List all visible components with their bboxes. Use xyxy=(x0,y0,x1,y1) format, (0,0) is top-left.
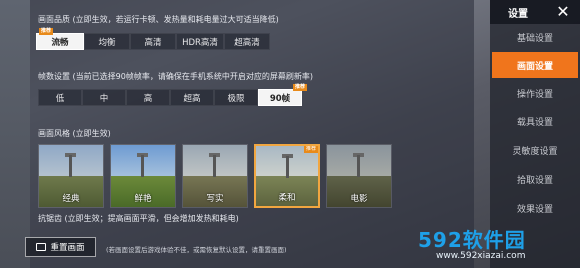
framerate-option-ultra[interactable]: 超高 xyxy=(170,89,214,106)
style-options: 经典 鲜艳 写实 推荐 柔和 电影 xyxy=(38,144,392,208)
quality-option-smooth[interactable]: 推荐 流畅 xyxy=(36,28,84,50)
reset-display-button[interactable]: 重置画面 xyxy=(25,237,96,257)
screen-icon xyxy=(36,243,47,251)
sidebar-item-pickup[interactable]: 拾取设置 xyxy=(492,166,578,192)
sidebar-title: 设置 xyxy=(508,8,528,20)
tower-icon xyxy=(141,155,144,177)
tower-icon xyxy=(213,155,216,177)
style-option-soft[interactable]: 推荐 柔和 xyxy=(254,144,320,208)
quality-option-balanced[interactable]: 均衡 xyxy=(84,33,130,50)
option-label: 均衡 xyxy=(98,37,116,48)
quality-option-hdr[interactable]: HDR高清 xyxy=(176,33,224,50)
thumb-label: 柔和 xyxy=(278,193,296,203)
thumb-label: 电影 xyxy=(350,194,368,204)
antialias-label: 抗锯齿 (立即生效；提高画面平滑，但会增加发热和耗电) xyxy=(38,214,239,223)
framerate-options: 低 中 高 超高 极限 推荐 90帧 xyxy=(38,84,307,106)
sidebar-item-sensitivity[interactable]: 灵敏度设置 xyxy=(492,137,578,163)
style-option-cinema[interactable]: 电影 xyxy=(326,144,392,208)
tower-icon xyxy=(69,155,72,177)
tower-icon xyxy=(357,155,360,177)
option-label: 高 xyxy=(143,93,153,104)
background-strip xyxy=(0,0,30,268)
watermark-logo: 592软件园 xyxy=(418,228,526,252)
sidebar-item-vehicle[interactable]: 载具设置 xyxy=(492,108,578,134)
recommended-badge: 推荐 xyxy=(292,84,307,91)
watermark-url: www.592xiazai.com xyxy=(436,251,526,261)
quality-label: 画面品质 (立即生效，若运行卡顿、发热量和耗电量过大可适当降低) xyxy=(38,15,279,24)
reset-note: (若画面设置后游戏体验不佳，或需恢复默认设置，请重置画面) xyxy=(106,246,287,254)
option-label: 高清 xyxy=(144,37,162,48)
framerate-label: 帧数设置 (当前已选择90帧帧率，请确保在手机系统中开启对应的屏幕刷新率) xyxy=(38,72,313,81)
option-label: 流畅 xyxy=(51,37,69,48)
quality-options: 推荐 流畅 均衡 高清 HDR高清 超高清 xyxy=(36,28,270,50)
framerate-option-extreme[interactable]: 极限 xyxy=(214,89,258,106)
style-option-vivid[interactable]: 鲜艳 xyxy=(110,144,176,208)
sidebar-item-graphics[interactable]: 画面设置 xyxy=(492,52,578,78)
reset-display-label: 重置画面 xyxy=(50,243,85,253)
thumb-label: 写实 xyxy=(206,194,224,204)
option-label: 中 xyxy=(99,93,109,104)
style-label: 画面风格 (立即生效) xyxy=(38,129,111,138)
sidebar-item-effects[interactable]: 效果设置 xyxy=(492,195,578,221)
thumb-label: 经典 xyxy=(62,194,80,204)
watermark: 592软件园 www.592xiazai.com xyxy=(418,224,526,261)
quality-option-hd[interactable]: 高清 xyxy=(130,33,176,50)
close-icon[interactable]: ✕ xyxy=(554,3,572,21)
option-label: 低 xyxy=(55,93,65,104)
style-option-classic[interactable]: 经典 xyxy=(38,144,104,208)
quality-option-uhd[interactable]: 超高清 xyxy=(224,33,270,50)
sidebar-item-controls[interactable]: 操作设置 xyxy=(492,80,578,106)
tower-icon xyxy=(286,156,289,178)
recommended-badge: 推荐 xyxy=(303,146,318,153)
framerate-option-medium[interactable]: 中 xyxy=(82,89,126,106)
option-label: 超高清 xyxy=(234,37,260,48)
option-label: HDR高清 xyxy=(182,37,218,48)
framerate-option-low[interactable]: 低 xyxy=(38,89,82,106)
sidebar-item-basic[interactable]: 基础设置 xyxy=(492,24,578,50)
option-label: 超高 xyxy=(183,93,201,104)
recommended-badge: 推荐 xyxy=(39,28,54,35)
thumb-label: 鲜艳 xyxy=(134,194,152,204)
framerate-option-90fps[interactable]: 推荐 90帧 xyxy=(258,84,307,106)
style-option-realistic[interactable]: 写实 xyxy=(182,144,248,208)
option-label: 90帧 xyxy=(269,93,291,104)
framerate-option-high[interactable]: 高 xyxy=(126,89,170,106)
option-label: 极限 xyxy=(227,93,245,104)
